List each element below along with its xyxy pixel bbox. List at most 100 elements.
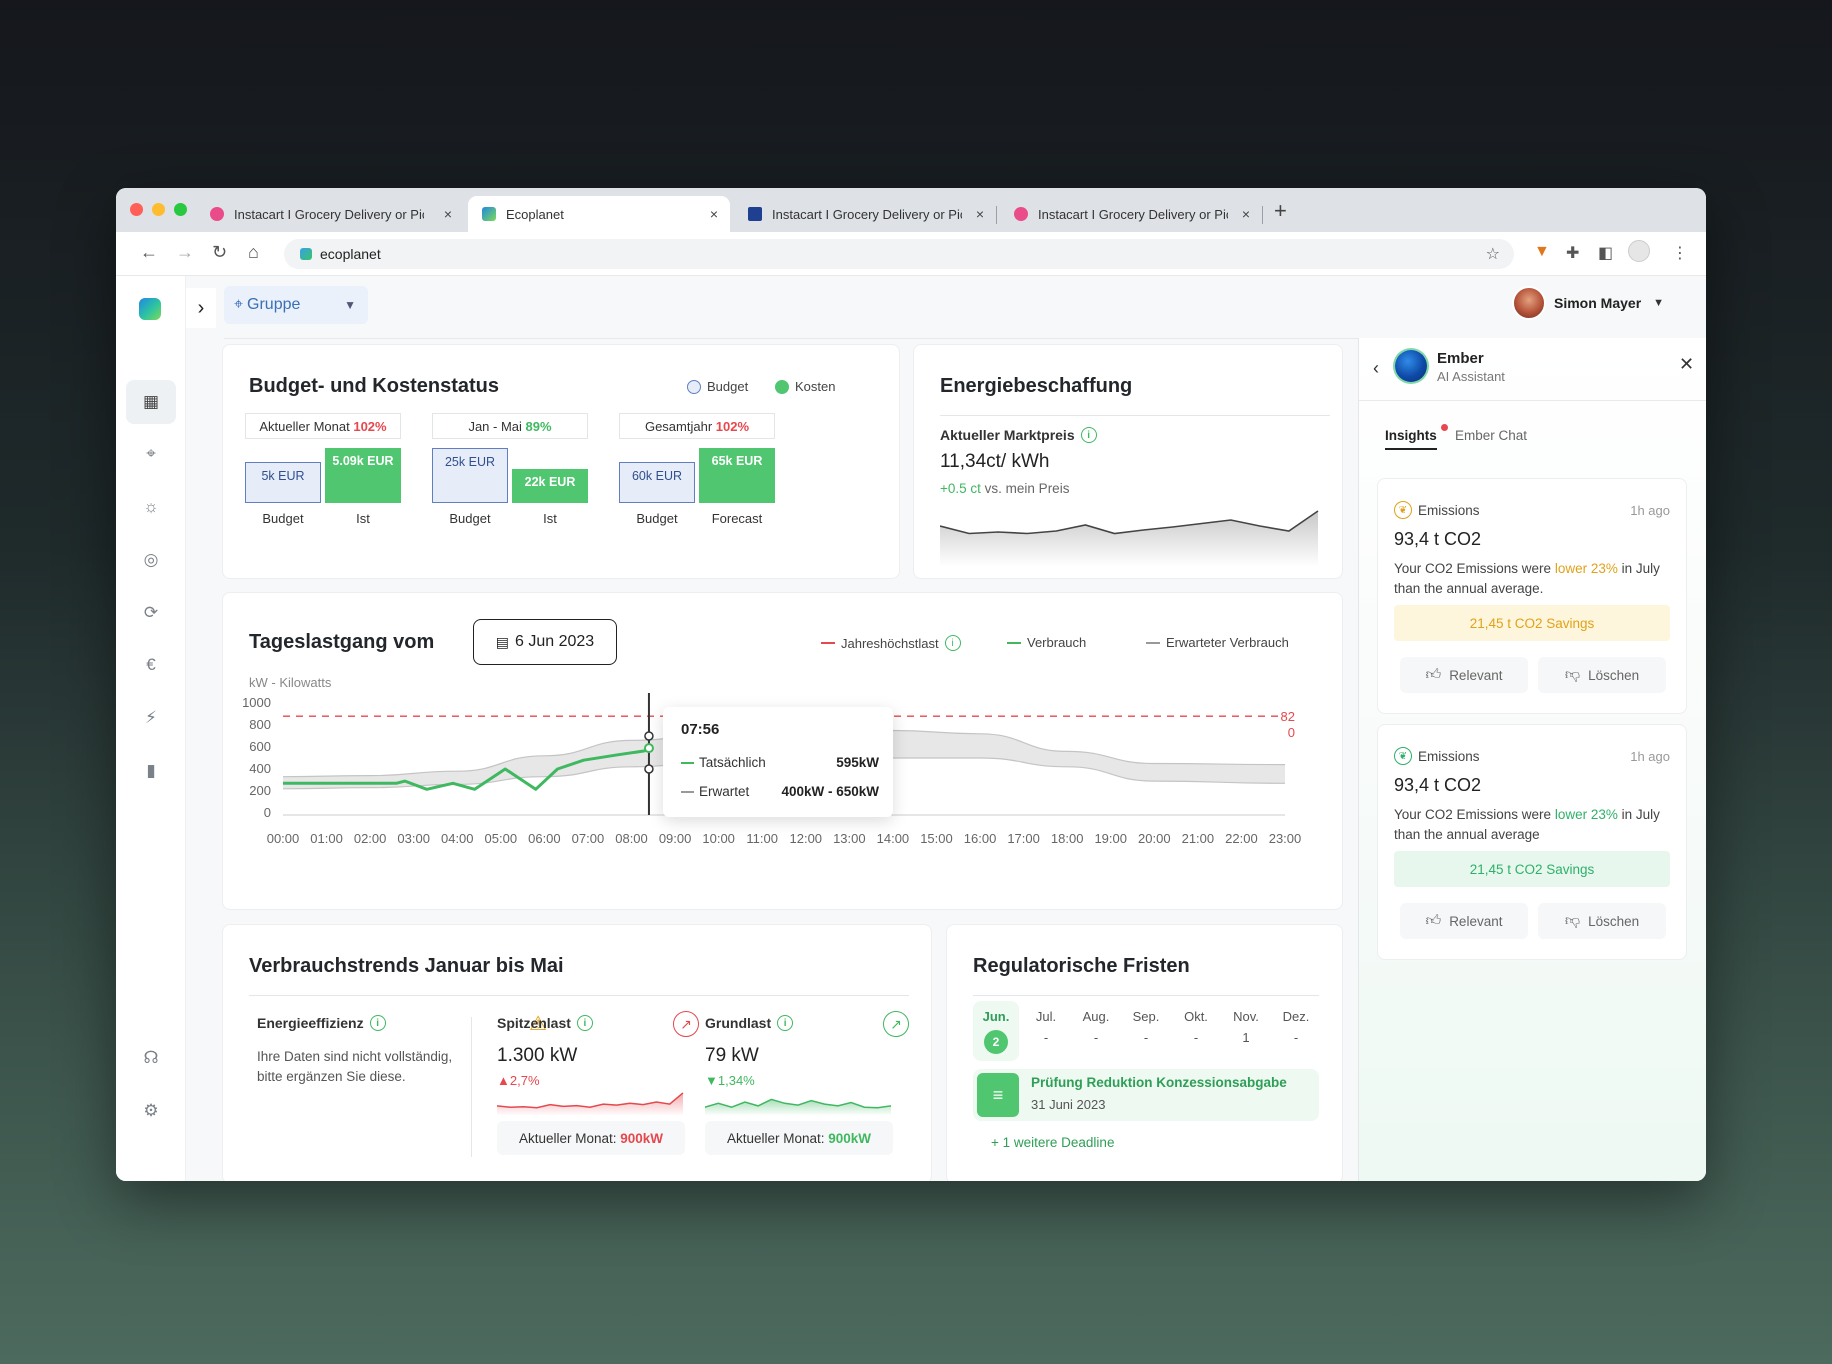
legend-swatch — [821, 642, 835, 644]
close-window-button[interactable] — [130, 203, 143, 216]
x-tick-label: 08:00 — [615, 831, 648, 846]
close-tab-icon[interactable]: × — [976, 206, 984, 222]
browser-tab-4[interactable]: Instacart I Grocery Delivery or Pickup × — [1000, 196, 1262, 232]
cursor-marker-actual — [643, 743, 654, 754]
month-item[interactable]: Aug. - — [1073, 1001, 1119, 1045]
card-title: Tageslastgang vom — [249, 631, 435, 653]
month-item[interactable]: Nov. 1 — [1223, 1001, 1269, 1045]
delete-button[interactable]: 👎︎ Löschen — [1538, 903, 1666, 939]
info-icon[interactable]: i — [944, 635, 961, 651]
x-tick-label: 17:00 — [1007, 831, 1040, 846]
expand-sidebar-icon[interactable]: › — [186, 288, 216, 328]
back-chevron-icon[interactable]: ‹ — [1373, 358, 1379, 379]
group-selector[interactable]: ⌖ Gruppe ▼ — [224, 286, 368, 324]
bar-chart-icon[interactable]: ▮ — [126, 749, 176, 793]
browser-tab-2[interactable]: Ecoplanet × — [468, 196, 730, 232]
price-label: Aktueller Marktpreis — [940, 427, 1075, 443]
close-tab-icon[interactable]: × — [1242, 206, 1250, 222]
target-icon[interactable]: ◎ — [126, 538, 176, 582]
close-tab-icon[interactable]: × — [710, 206, 718, 222]
reload-icon[interactable]: ↻ — [212, 242, 227, 263]
month-item[interactable]: Dez. - — [1273, 1001, 1319, 1045]
insight-highlight: lower 23% — [1554, 807, 1618, 822]
x-tick-label: 12:00 — [790, 831, 823, 846]
month-name: Aug. — [1082, 1009, 1110, 1024]
browser-tab-3[interactable]: Instacart I Grocery Delivery or Pickup × — [734, 196, 996, 232]
legend-budget: Budget — [687, 379, 748, 394]
legend-swatch — [775, 379, 789, 394]
budget-bar: 25k EUR — [432, 448, 508, 503]
relevant-button[interactable]: 👍︎ Relevant — [1400, 903, 1528, 939]
url-field[interactable]: ecoplanet ☆ — [284, 239, 1514, 269]
info-icon[interactable]: i — [1080, 427, 1097, 443]
peak-value: 1.300 kW — [497, 1045, 578, 1066]
ecoplanet-logo[interactable] — [139, 298, 161, 320]
headset-icon[interactable]: ☊ — [126, 1036, 176, 1080]
tooltip-value: 400kW - 650kW — [781, 784, 879, 799]
menu-icon[interactable]: ⋮ — [1672, 243, 1688, 263]
location-icon[interactable]: ⌖ — [126, 432, 176, 476]
month-item[interactable]: Jul. - — [1023, 1001, 1069, 1045]
month-item[interactable]: Okt. - — [1173, 1001, 1219, 1045]
info-icon[interactable]: i — [369, 1015, 386, 1031]
user-menu[interactable]: Simon Mayer ▼ — [1512, 286, 1664, 320]
deadline-item[interactable]: ≡ Prüfung Reduktion Konzessionsabgabe 31… — [973, 1069, 1319, 1121]
deadline-title: Prüfung Reduktion Konzessionsabgabe — [1031, 1075, 1287, 1090]
date-picker-button[interactable]: ▤ 6 Jun 2023 — [473, 619, 617, 665]
delta-value: +0.5 ct — [940, 481, 981, 496]
browser-tab-1[interactable]: Instacart I Grocery Delivery or Pickup × — [196, 196, 464, 232]
card-title: Verbrauchstrends Januar bis Mai — [249, 955, 564, 977]
dashboard-icon[interactable]: ▦ — [126, 380, 176, 424]
home-icon[interactable]: ⌂ — [248, 242, 259, 263]
metamask-icon[interactable]: ▼ — [1534, 243, 1550, 261]
close-icon[interactable]: ✕ — [1679, 354, 1694, 375]
button-label: Relevant — [1449, 913, 1503, 929]
x-tick-label: 21:00 — [1182, 831, 1215, 846]
bookmark-star-icon[interactable]: ☆ — [1486, 244, 1500, 264]
tab-separator — [996, 206, 997, 224]
close-tab-icon[interactable]: × — [444, 206, 452, 222]
solar-icon[interactable]: ☼ — [126, 485, 176, 529]
trends-card: Verbrauchstrends Januar bis Mai Energiee… — [222, 924, 932, 1181]
tab-insights[interactable]: Insights — [1385, 428, 1437, 450]
insight-text: Your CO2 Emissions were lower 23% in Jul… — [1394, 559, 1674, 599]
x-tick-label: 04:00 — [441, 831, 474, 846]
divider — [973, 995, 1319, 996]
trend-icon: ↗ — [883, 1011, 909, 1037]
euro-icon[interactable]: € — [126, 643, 176, 687]
date-value: 6 Jun 2023 — [515, 633, 595, 650]
profile-icon[interactable] — [1628, 240, 1650, 262]
x-tick-label: 20:00 — [1138, 831, 1171, 846]
lightning-icon[interactable]: ⚡ — [126, 696, 176, 740]
forward-icon[interactable]: → — [176, 242, 194, 263]
sidepanel-icon[interactable]: ◧ — [1598, 243, 1613, 263]
month-item[interactable]: Jun. 2 — [973, 1001, 1019, 1061]
info-icon[interactable]: i — [576, 1015, 593, 1031]
sparkline-area — [497, 1092, 683, 1115]
insight-text-part: Your CO2 Emissions were — [1394, 807, 1555, 822]
relevant-button[interactable]: 👍︎ Relevant — [1400, 657, 1528, 693]
tooltip-label: Tatsächlich — [699, 755, 766, 770]
x-tick-label: 22:00 — [1225, 831, 1258, 846]
assistant-subtitle: AI Assistant — [1437, 369, 1505, 384]
legend-expected: Erwarteter Verbrauch — [1146, 635, 1289, 650]
month-item[interactable]: Sep. - — [1123, 1001, 1169, 1045]
tooltip-label: Erwartet — [699, 784, 750, 799]
extensions-icon[interactable]: ✚ — [1566, 243, 1579, 263]
more-deadlines-link[interactable]: + 1 weitere Deadline — [991, 1135, 1114, 1150]
settings-icon[interactable]: ⚙ — [126, 1089, 176, 1133]
y-tick-label: 600 — [249, 739, 271, 754]
minimize-window-button[interactable] — [152, 203, 165, 216]
maximize-window-button[interactable] — [174, 203, 187, 216]
tab-separator — [1262, 206, 1263, 224]
new-tab-icon[interactable]: + — [1274, 198, 1287, 224]
delete-button[interactable]: 👎︎ Löschen — [1538, 657, 1666, 693]
month-count: - — [1093, 1030, 1099, 1045]
back-icon[interactable]: ← — [140, 242, 158, 263]
thumbs-down-icon: 👎︎ — [1564, 666, 1581, 683]
period-percentage: 102% — [353, 418, 387, 434]
info-icon[interactable]: i — [777, 1015, 794, 1031]
tab-ember-chat[interactable]: Ember Chat — [1455, 428, 1527, 443]
energy-cycle-icon[interactable]: ⟳ — [126, 591, 176, 635]
market-price-sparkline — [940, 510, 1319, 567]
